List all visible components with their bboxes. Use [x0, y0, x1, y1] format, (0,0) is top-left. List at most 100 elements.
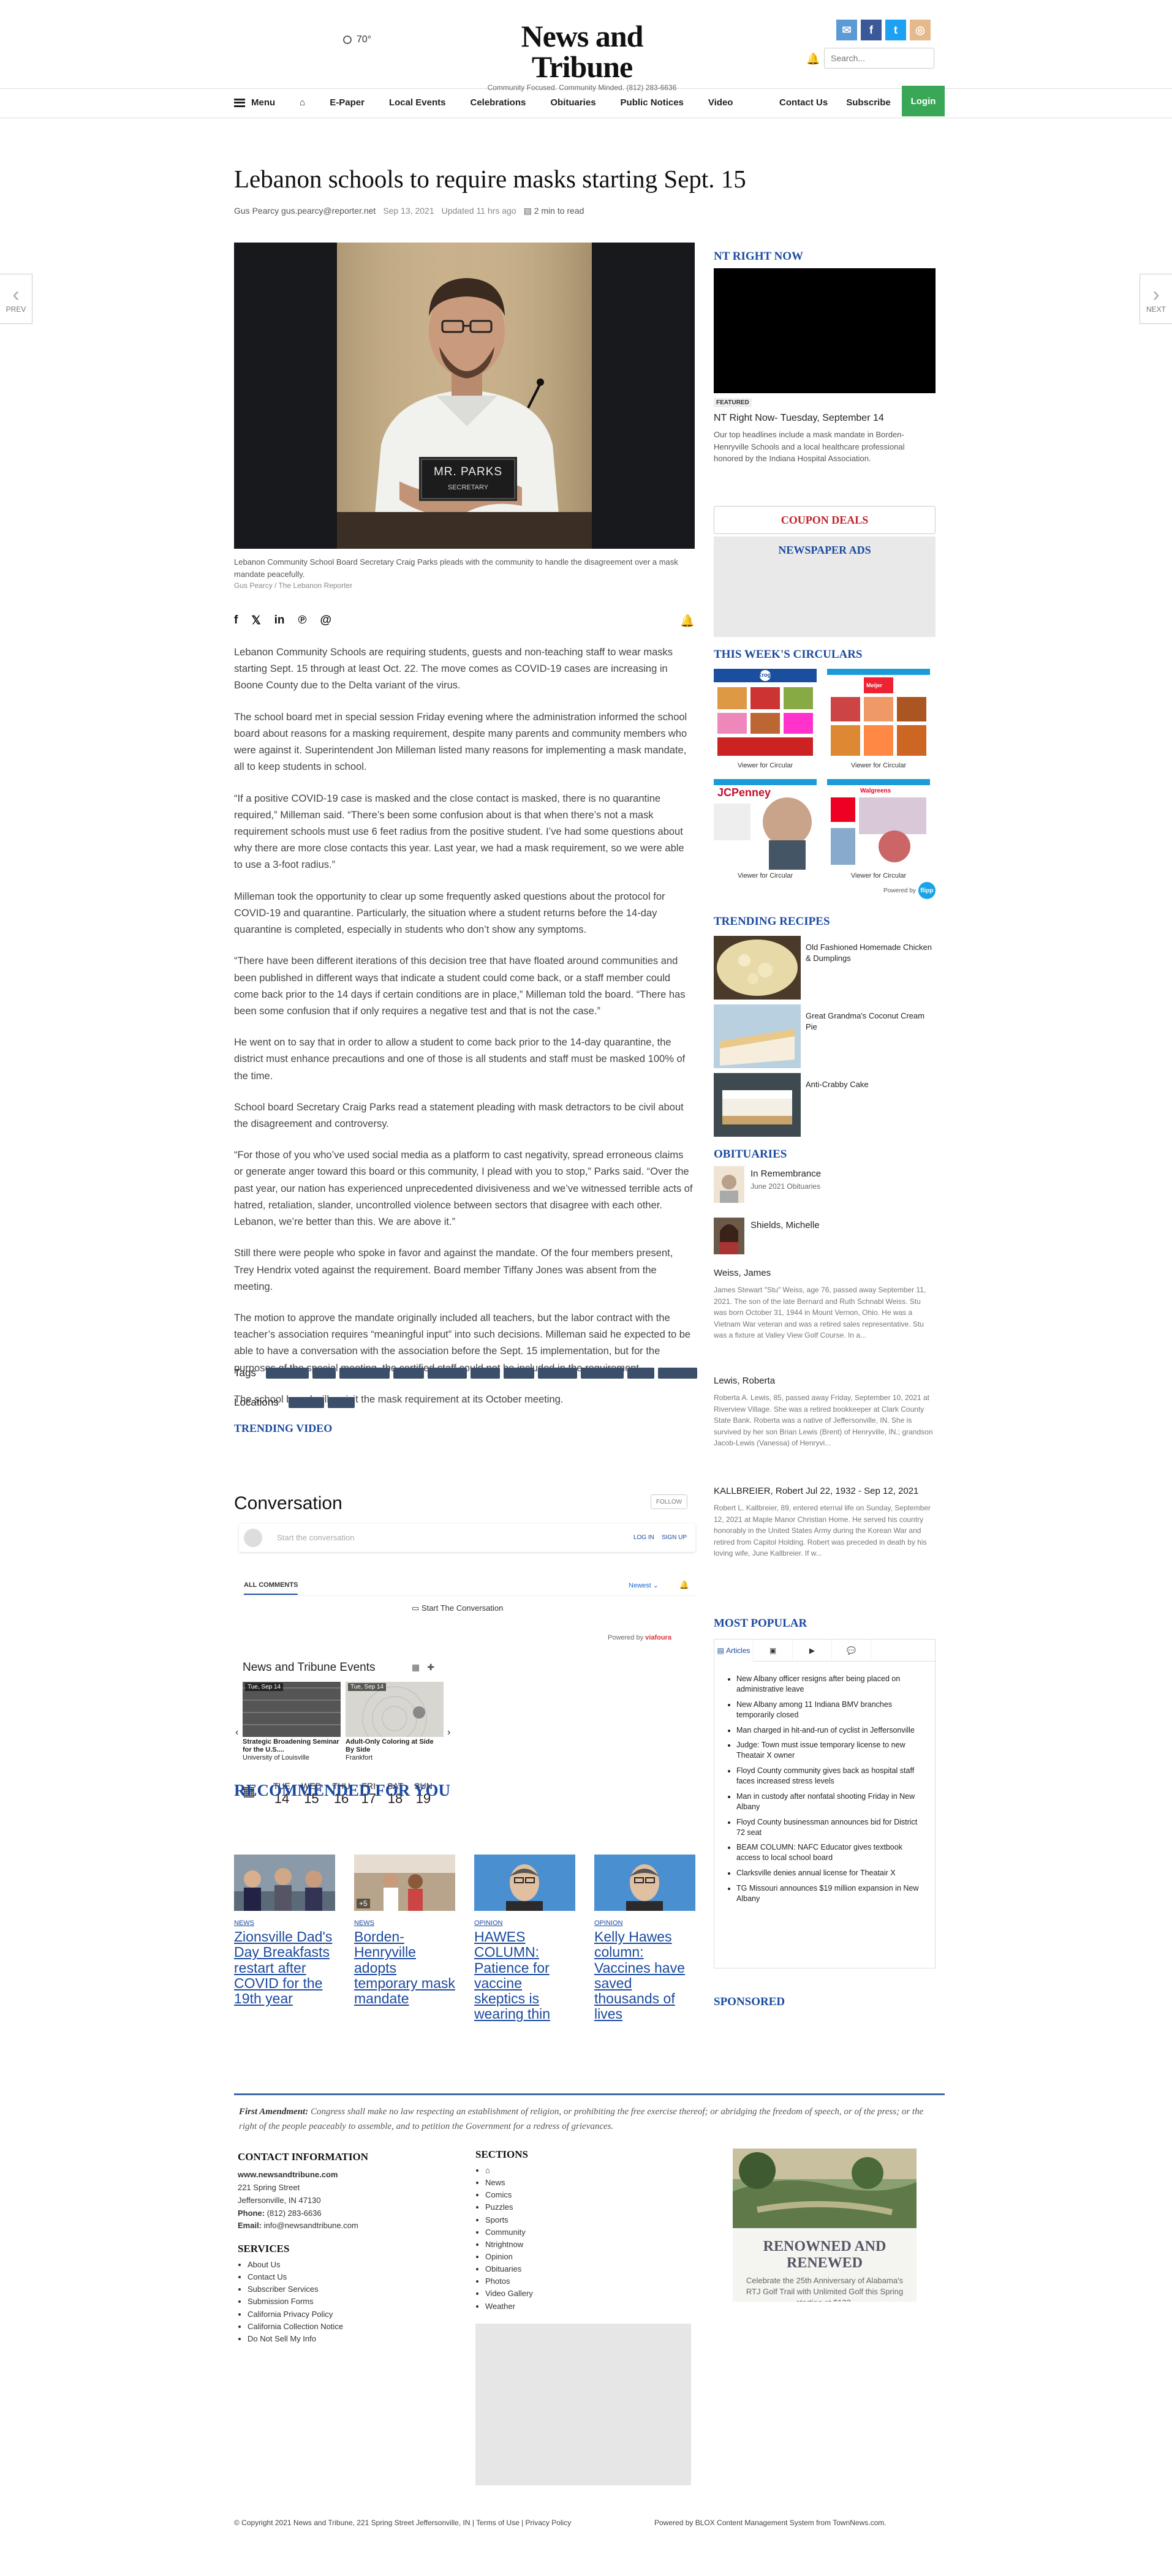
chevron-right-icon[interactable]: › — [447, 1727, 450, 1738]
popular-article-link[interactable]: BEAM COLUMN: NAFC Educator gives textboo… — [736, 1842, 924, 1863]
location-pill[interactable] — [288, 1397, 324, 1408]
recommended-card[interactable]: NEWS Zionsville Dad's Day Breakfasts res… — [234, 1855, 335, 2006]
event-card-image[interactable]: Tue, Sep 14 — [243, 1682, 341, 1737]
newspaper-ads-widget[interactable]: NEWSPAPER ADS — [714, 537, 936, 637]
coupon-deals-button[interactable]: COUPON DEALS — [714, 506, 936, 534]
popular-article-link[interactable]: Floyd County businessman announces bid f… — [736, 1817, 924, 1838]
recommended-category[interactable]: NEWS — [234, 1919, 335, 1927]
section-link[interactable]: Video Gallery — [485, 2288, 659, 2300]
popular-article-link[interactable]: TG Missouri announces $19 million expans… — [736, 1883, 924, 1904]
notification-bell-icon[interactable]: 🔔 — [806, 53, 820, 66]
obituary-entry[interactable]: KALLBREIER, Robert Jul 22, 1932 - Sep 12… — [714, 1486, 936, 1559]
section-link[interactable]: Community — [485, 2226, 659, 2239]
recommended-category[interactable]: NEWS — [354, 1919, 455, 1927]
sort-dropdown[interactable]: Newest ⌄ — [629, 1581, 659, 1589]
popular-article-link[interactable]: New Albany officer resigns after being p… — [736, 1674, 924, 1695]
recommended-title[interactable]: Borden-Henryville adopts temporary mask … — [354, 1929, 455, 2006]
obituary-item[interactable]: In Remembrance June 2021 Obituaries — [714, 1166, 936, 1203]
ad-placeholder[interactable] — [475, 2324, 691, 2485]
recipe-item[interactable]: Anti-Crabby Cake — [714, 1073, 936, 1137]
email-icon[interactable]: ✉ — [836, 20, 857, 40]
section-link[interactable]: Opinion — [485, 2251, 659, 2263]
section-link[interactable]: Weather — [485, 2300, 659, 2313]
viafoura-logo[interactable]: viafoura — [645, 1634, 671, 1641]
location-pill[interactable] — [327, 1397, 355, 1408]
service-link[interactable]: California Collection Notice — [248, 2321, 458, 2333]
flipp-logo[interactable]: flipp — [918, 882, 936, 899]
service-link[interactable]: Contact Us — [248, 2271, 458, 2283]
login-link[interactable]: LOG IN — [633, 1534, 654, 1541]
add-icon[interactable]: ✚ — [427, 1662, 434, 1673]
section-link[interactable]: Ntrightnow — [485, 2239, 659, 2251]
popular-article-link[interactable]: Judge: Town must issue temporary license… — [736, 1740, 924, 1761]
nav-item-local-events[interactable]: Local Events — [389, 97, 446, 108]
login-button[interactable]: Login — [902, 86, 945, 116]
nav-item-public-notices[interactable]: Public Notices — [621, 97, 684, 108]
service-link[interactable]: Submission Forms — [248, 2295, 458, 2308]
circular-thumb[interactable]: Kroger — [714, 669, 817, 759]
instagram-icon[interactable]: ◎ — [910, 20, 931, 40]
tag-pill[interactable] — [312, 1368, 336, 1379]
service-link[interactable]: Do Not Sell My Info — [248, 2333, 458, 2345]
section-link[interactable]: Sports — [485, 2214, 659, 2226]
event-caption[interactable]: Adult-Only Coloring at Side By Side Fran… — [346, 1738, 444, 1763]
circular-thumb[interactable]: JCPenney — [714, 779, 817, 870]
recommended-title[interactable]: Kelly Hawes column: Vaccines have saved … — [594, 1929, 695, 2022]
tag-pill[interactable] — [627, 1368, 654, 1379]
advertisement[interactable]: RENOWNED AND RENEWED Celebrate the 25th … — [733, 2149, 917, 2302]
notification-bell-icon[interactable]: 🔔 — [679, 1580, 689, 1590]
menu-button[interactable]: Menu — [234, 97, 275, 108]
video-player[interactable] — [714, 268, 936, 393]
twitter-icon[interactable]: 𝕏 — [251, 614, 260, 628]
circular-caption[interactable]: Viewer for Circular — [714, 762, 817, 769]
tab-all-comments[interactable]: ALL COMMENTS — [244, 1581, 298, 1595]
email-link[interactable]: info@newsandtribune.com — [264, 2221, 358, 2230]
recommended-card[interactable]: +5 NEWS Borden-Henryville adopts tempora… — [354, 1855, 455, 2006]
weather-widget[interactable]: 70° — [343, 34, 371, 45]
circular-caption[interactable]: Viewer for Circular — [714, 872, 817, 879]
recommended-card[interactable]: OPINION HAWES COLUMN: Patience for vacci… — [474, 1855, 575, 2022]
recipe-item[interactable]: Old Fashioned Homemade Chicken & Dumplin… — [714, 936, 936, 1000]
tag-pill[interactable] — [470, 1368, 500, 1379]
phone-number[interactable]: (812) 283-6636 — [267, 2209, 322, 2218]
home-icon[interactable]: ⌂ — [300, 97, 305, 108]
follow-button[interactable]: FOLLOW — [651, 1494, 687, 1509]
site-link[interactable]: www.newsandtribune.com — [238, 2169, 458, 2182]
nav-item-celebrations[interactable]: Celebrations — [470, 97, 526, 108]
section-link[interactable]: Comics — [485, 2189, 659, 2201]
signup-link[interactable]: SIGN UP — [662, 1534, 687, 1541]
start-conversation-link[interactable]: ▭ Start The Conversation — [412, 1603, 503, 1613]
tag-pill[interactable] — [503, 1368, 534, 1379]
recommended-category[interactable]: OPINION — [474, 1919, 575, 1927]
next-article-button[interactable]: › NEXT — [1140, 274, 1172, 324]
obituary-entry[interactable]: Lewis, Roberta Roberta A. Lewis, 85, pas… — [714, 1376, 936, 1449]
contact-us-link[interactable]: Contact Us — [779, 97, 828, 108]
nav-item-epaper[interactable]: E-Paper — [330, 97, 365, 108]
tag-pill[interactable] — [537, 1368, 577, 1379]
popular-article-link[interactable]: New Albany among 11 Indiana BMV branches… — [736, 1700, 924, 1720]
author-link[interactable]: Gus Pearcy gus.pearcy@reporter.net — [234, 206, 376, 216]
service-link[interactable]: Subscriber Services — [248, 2283, 458, 2295]
site-logo[interactable]: News and Tribune Community Focused. Comm… — [472, 21, 692, 92]
comment-input[interactable]: Start the conversation LOG IN SIGN UP — [239, 1524, 695, 1552]
service-link[interactable]: About Us — [248, 2259, 458, 2271]
email-icon[interactable]: @ — [320, 614, 332, 628]
popular-article-link[interactable]: Man in custody after nonfatal shooting F… — [736, 1791, 924, 1812]
circular-caption[interactable]: Viewer for Circular — [827, 762, 930, 769]
article-photo[interactable]: MR. PARKS SECRETARY — [234, 243, 695, 549]
tag-pill[interactable] — [427, 1368, 467, 1379]
home-icon[interactable]: ⌂ — [485, 2164, 659, 2177]
chevron-left-icon[interactable]: ‹ — [235, 1727, 238, 1738]
popular-article-link[interactable]: Clarksville denies annual license for Th… — [736, 1868, 924, 1878]
pinterest-icon[interactable]: ℗ — [298, 614, 307, 628]
tab-images[interactable]: ▣ — [754, 1640, 793, 1662]
blox-credit[interactable]: Powered by BLOX Content Management Syste… — [654, 2518, 887, 2527]
tag-pill[interactable] — [580, 1368, 624, 1379]
notification-bell-icon[interactable]: 🔔 — [680, 614, 695, 628]
subscribe-link[interactable]: Subscribe — [846, 97, 891, 108]
recipe-item[interactable]: Great Grandma's Coconut Cream Pie — [714, 1004, 936, 1068]
event-caption[interactable]: Strategic Broadening Seminar for the U.S… — [243, 1738, 341, 1763]
popular-article-link[interactable]: Man charged in hit-and-run of cyclist in… — [736, 1725, 924, 1736]
recommended-category[interactable]: OPINION — [594, 1919, 695, 1927]
section-link[interactable]: News — [485, 2177, 659, 2189]
